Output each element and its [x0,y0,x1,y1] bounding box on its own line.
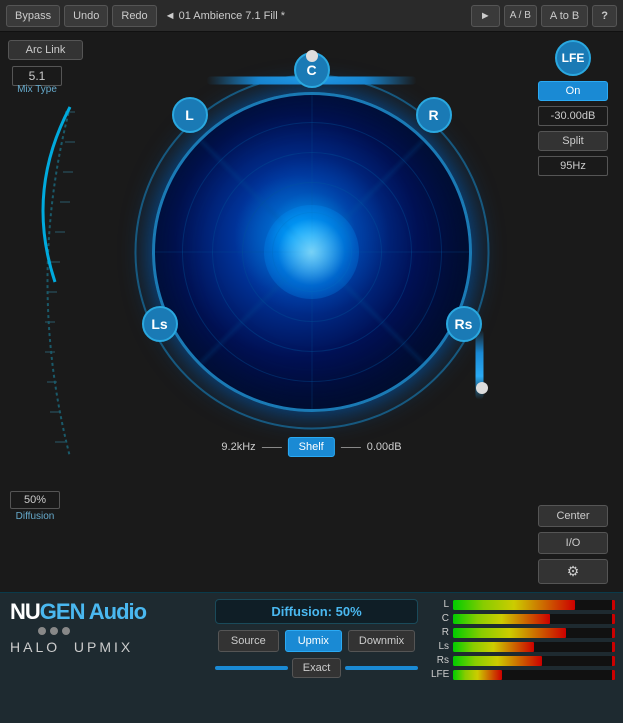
diffusion-readout: Diffusion: 50% [215,599,418,624]
vu-bar-container-r [453,628,615,638]
vu-bar-r [453,628,566,638]
vu-label-l: L [431,599,449,610]
undo-button[interactable]: Undo [64,5,108,27]
logo-nu: NU [10,599,40,624]
vu-tick-lfe [612,670,615,680]
diffusion-controls: 50% Diffusion [10,491,60,522]
vu-bar-l [453,600,575,610]
top-bar-right: ► A / B A to B ? [471,5,617,27]
vu-bar-ls [453,642,534,652]
product-halo: HALO [10,639,60,655]
io-button[interactable]: I/O [538,532,608,554]
exact-controls: Exact [215,658,418,678]
vu-row-c: C [431,613,615,624]
db-label: 0.00dB [367,441,402,453]
vu-meter-panel: LCR Ls Rs LFE [423,593,623,723]
vu-tick-r [612,628,615,638]
vu-bar-c [453,614,550,624]
lfe-on-button[interactable]: On [538,81,608,101]
vu-row-r: R [431,627,615,638]
vu-bar-container-lfe [453,670,615,680]
bottom-section: NUGEN Audio HALO UPMIX Diffusion: 50% So… [0,592,623,723]
vu-label-c: C [431,613,449,624]
speaker-L[interactable]: L [172,97,208,133]
vu-bar-container-l [453,600,615,610]
bypass-button[interactable]: Bypass [6,5,60,27]
vu-row-ls: Ls [431,641,615,652]
vu-row-lfe: LFE [431,669,615,680]
bottom-controls-area: Diffusion: 50% Source Upmix Downmix Exac… [210,593,423,723]
nugen-logo: NUGEN Audio [10,601,146,623]
product-upmix: UPMIX [74,639,133,655]
main-area: Arc Link 5.1 Mix Type [0,32,623,592]
help-button[interactable]: ? [592,5,617,27]
shelf-button[interactable]: Shelf [288,437,335,457]
center-button[interactable]: Center [538,505,608,527]
visualizer-container: C L R Ls Rs [122,42,502,462]
visualizer-display [152,92,472,412]
vu-tick-rs [612,656,615,666]
vu-row-l: L [431,599,615,610]
vu-bar-rs [453,656,542,666]
top-bar: Bypass Undo Redo ◄ 01 Ambience 7.1 Fill … [0,0,623,32]
exact-slider-right[interactable] [345,666,418,670]
vu-bar-container-rs [453,656,615,666]
filter-controls: 9.2kHz Shelf 0.00dB [221,437,401,457]
right-panel: LFE On -30.00dB Split 95Hz Center I/O ⚙ [523,32,623,592]
diffusion-arc[interactable] [5,92,80,472]
vu-label-rs: Rs [431,655,449,666]
logo-gen: GEN [40,599,85,624]
speaker-Ls[interactable]: Ls [142,306,178,342]
exact-button[interactable]: Exact [292,658,342,678]
logo-audio: Audio [84,599,146,624]
speaker-R[interactable]: R [416,97,452,133]
downmix-button[interactable]: Downmix [348,630,415,652]
diffusion-value[interactable]: 50% [10,491,60,509]
logo-dots [38,627,70,635]
arc-dot-right[interactable] [476,382,488,394]
logo-area: NUGEN Audio HALO UPMIX [0,593,210,723]
left-panel: Arc Link 5.1 Mix Type [0,32,100,592]
track-name: ◄ 01 Ambience 7.1 Fill * [165,10,467,22]
vu-bar-lfe [453,670,502,680]
vu-bar-container-ls [453,642,615,652]
arc-link-button[interactable]: Arc Link [8,40,83,60]
vu-row-rs: Rs [431,655,615,666]
vu-tick-c [612,614,615,624]
vu-tick-l [612,600,615,610]
atob-button[interactable]: A to B [541,5,588,27]
logo-dot-3 [62,627,70,635]
product-name: HALO UPMIX [10,639,133,655]
mode-buttons: Source Upmix Downmix [218,630,415,652]
speaker-LFE[interactable]: LFE [555,40,591,76]
vu-label-lfe: LFE [431,669,449,680]
redo-button[interactable]: Redo [112,5,156,27]
speaker-Rs[interactable]: Rs [446,306,482,342]
freq-label: 9.2kHz [221,441,255,453]
vu-label-r: R [431,627,449,638]
ab-button[interactable]: A / B [504,5,537,27]
center-area: C L R Ls Rs [100,32,523,592]
arc-dot-top[interactable] [306,50,318,62]
source-button[interactable]: Source [218,630,279,652]
lfe-db-value[interactable]: -30.00dB [538,106,608,126]
upmix-button[interactable]: Upmix [285,630,342,652]
logo-dot-1 [38,627,46,635]
mix-type-value[interactable]: 5.1 [12,66,62,86]
exact-slider[interactable] [215,666,288,670]
diffusion-label: Diffusion [10,511,60,522]
vu-bar-container-c [453,614,615,624]
connector-right [341,447,361,448]
vu-label-ls: Ls [431,641,449,652]
play-button[interactable]: ► [471,5,500,27]
gear-button[interactable]: ⚙ [538,559,608,584]
lfe-hz-value[interactable]: 95Hz [538,156,608,176]
lfe-split-button[interactable]: Split [538,131,608,151]
connector-left [262,447,282,448]
logo-dot-2 [50,627,58,635]
vu-tick-ls [612,642,615,652]
